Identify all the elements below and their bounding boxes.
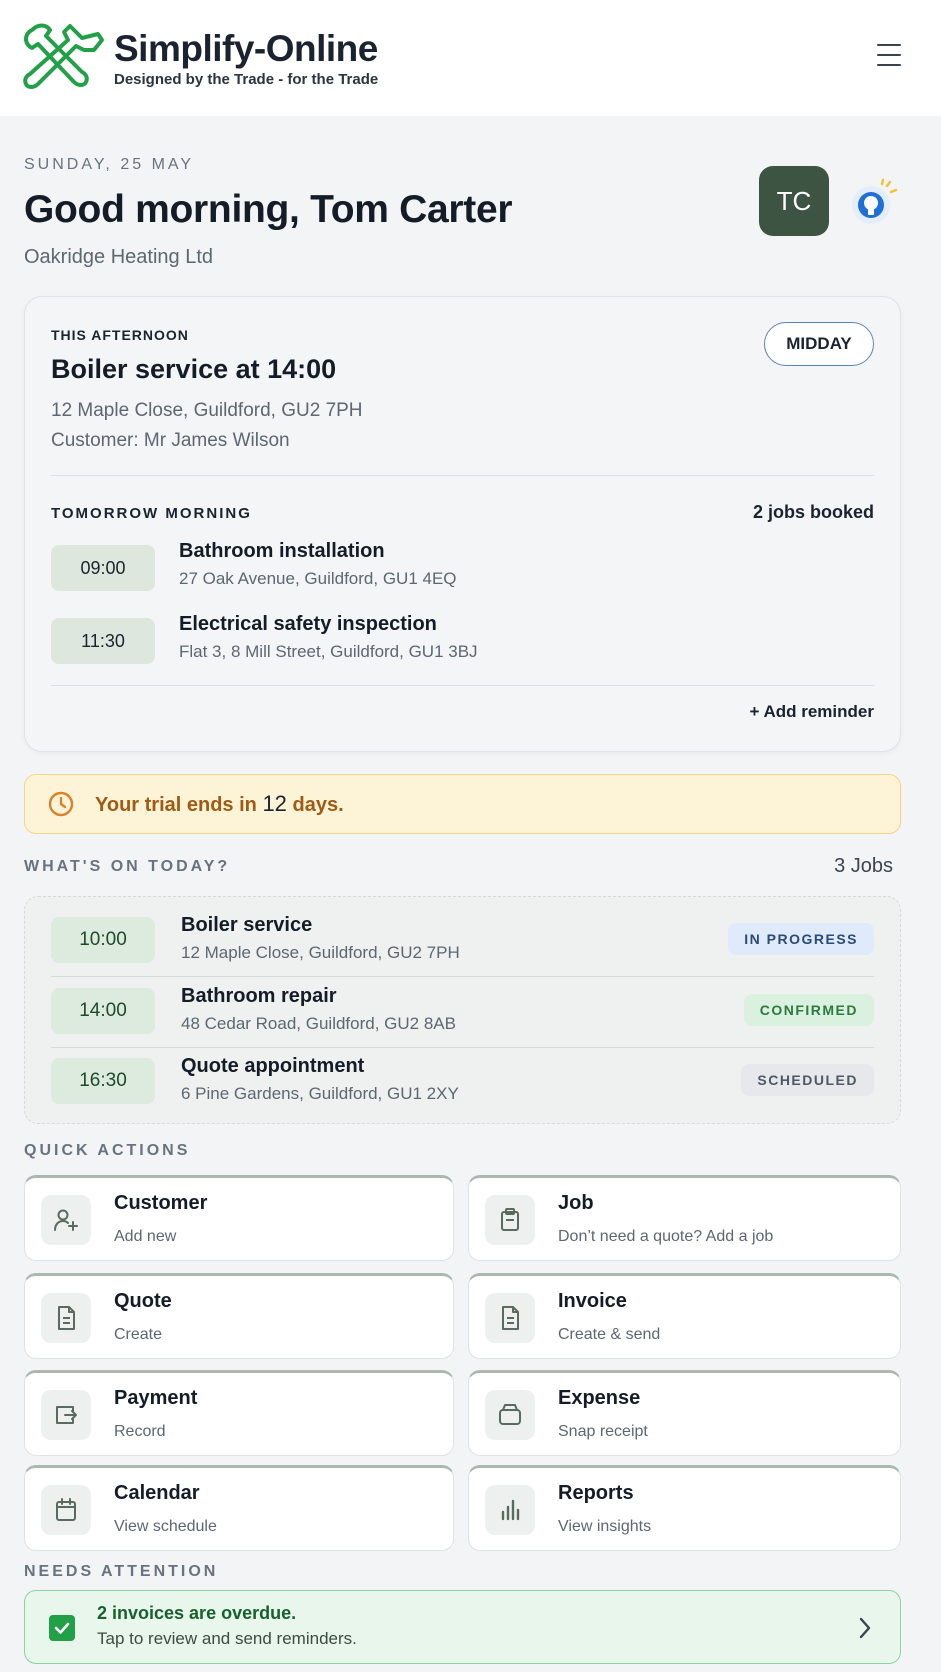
today-job-row[interactable]: 10:00 Boiler service 12 Maple Close, Gui… xyxy=(51,914,874,985)
payment-icon xyxy=(41,1390,91,1440)
trial-suffix: days. xyxy=(292,794,344,816)
bar-chart-icon xyxy=(485,1485,535,1535)
quick-action-payment[interactable]: Payment Record xyxy=(24,1370,454,1456)
today-jobs-card: 10:00 Boiler service 12 Maple Close, Gui… xyxy=(24,896,901,1124)
next-job-title[interactable]: Boiler service at 14:00 xyxy=(51,354,336,385)
quick-action-subtitle: View insights xyxy=(558,1518,652,1535)
calendar-icon xyxy=(41,1485,91,1535)
checkbox-icon xyxy=(49,1615,75,1641)
quick-action-title: Expense xyxy=(558,1387,641,1409)
today-job-row[interactable]: 16:30 Quote appointment 6 Pine Gardens, … xyxy=(51,1055,874,1126)
quick-action-title: Quote xyxy=(114,1290,172,1312)
job-time: 16:30 xyxy=(51,1058,155,1104)
divider xyxy=(51,976,874,977)
job-time: 10:00 xyxy=(51,917,155,963)
quick-action-title: Payment xyxy=(114,1387,198,1409)
quick-action-calendar[interactable]: Calendar View schedule xyxy=(24,1465,454,1551)
tomorrow-job-row[interactable]: 09:00 Bathroom installation 27 Oak Avenu… xyxy=(51,540,874,593)
quick-action-subtitle: Record xyxy=(114,1423,166,1440)
quick-action-title: Invoice xyxy=(558,1290,627,1312)
trial-banner[interactable]: Your trial ends in 12 days. xyxy=(24,774,901,834)
job-time: 09:00 xyxy=(51,545,155,591)
hamburger-menu-icon[interactable] xyxy=(877,44,901,66)
quick-action-title: Calendar xyxy=(114,1482,200,1504)
today-job-count: 3 Jobs xyxy=(834,855,893,877)
period-badge: MIDDAY xyxy=(764,322,874,366)
quick-action-invoice[interactable]: Invoice Create & send xyxy=(468,1273,901,1359)
job-title: Boiler service xyxy=(181,914,313,936)
quick-action-subtitle: Create xyxy=(114,1326,163,1343)
attention-title: 2 invoices are overdue. xyxy=(97,1603,297,1623)
clipboard-icon xyxy=(485,1195,535,1245)
add-reminder-button[interactable]: + Add reminder xyxy=(749,702,874,722)
job-title: Bathroom installation xyxy=(179,540,385,562)
quick-action-title: Job xyxy=(558,1192,594,1214)
top-bar: Simplify-Online Designed by the Trade - … xyxy=(0,0,941,116)
lightbulb-tip-icon[interactable] xyxy=(849,178,899,228)
quick-action-subtitle: Add new xyxy=(114,1228,177,1245)
chevron-right-icon[interactable] xyxy=(856,1615,874,1641)
overdue-invoices-alert[interactable]: 2 invoices are overdue. Tap to review an… xyxy=(24,1590,901,1664)
quick-action-title: Customer xyxy=(114,1192,208,1214)
quick-action-subtitle: View schedule xyxy=(114,1518,217,1535)
document-icon xyxy=(485,1293,535,1343)
avatar[interactable]: TC xyxy=(759,166,829,236)
quick-action-customer[interactable]: Customer Add new xyxy=(24,1175,454,1261)
today-job-row[interactable]: 14:00 Bathroom repair 48 Cedar Road, Gui… xyxy=(51,985,874,1056)
wallet-icon xyxy=(485,1390,535,1440)
job-address: 12 Maple Close, Guildford, GU2 7PH xyxy=(181,943,460,962)
status-badge: SCHEDULED xyxy=(741,1064,874,1096)
quick-action-expense[interactable]: Expense Snap receipt xyxy=(468,1370,901,1456)
status-badge: CONFIRMED xyxy=(743,994,874,1026)
quick-actions-label: QUICK ACTIONS xyxy=(24,1142,191,1159)
quick-action-subtitle: Create & send xyxy=(558,1326,661,1343)
quick-action-subtitle: Snap receipt xyxy=(558,1423,648,1440)
next-job-label: THIS AFTERNOON xyxy=(51,327,189,343)
job-time: 11:30 xyxy=(51,618,155,664)
status-badge: IN PROGRESS xyxy=(728,923,874,955)
add-user-icon xyxy=(41,1195,91,1245)
quick-action-reports[interactable]: Reports View insights xyxy=(468,1465,901,1551)
trial-prefix: Your trial ends in xyxy=(95,794,257,816)
divider xyxy=(51,1047,874,1048)
quick-action-subtitle: Don’t need a quote? Add a job xyxy=(558,1228,774,1245)
attention-subtitle: Tap to review and send reminders. xyxy=(97,1629,357,1648)
quick-action-quote[interactable]: Quote Create xyxy=(24,1273,454,1359)
job-address: 48 Cedar Road, Guildford, GU2 8AB xyxy=(181,1014,456,1033)
job-time: 14:00 xyxy=(51,988,155,1034)
trial-text: Your trial ends in 12 days. xyxy=(95,791,344,817)
tomorrow-job-row[interactable]: 11:30 Electrical safety inspection Flat … xyxy=(51,613,874,666)
tomorrow-label: TOMORROW MORNING xyxy=(51,505,252,522)
job-title: Bathroom repair xyxy=(181,985,337,1007)
tools-logo-icon xyxy=(23,23,104,89)
today-section-label: WHAT'S ON TODAY? xyxy=(24,858,231,875)
next-job-address: 12 Maple Close, Guildford, GU2 7PH xyxy=(51,400,363,421)
job-address: 6 Pine Gardens, Guildford, GU1 2XY xyxy=(181,1084,459,1103)
divider xyxy=(51,475,874,476)
job-title: Electrical safety inspection xyxy=(179,613,437,635)
next-job-customer: Customer: Mr James Wilson xyxy=(51,430,290,451)
divider xyxy=(51,685,874,686)
job-address: Flat 3, 8 Mill Street, Guildford, GU1 3B… xyxy=(179,642,478,661)
brand-tagline: Designed by the Trade - for the Trade xyxy=(114,70,379,88)
tomorrow-count: 2 jobs booked xyxy=(752,502,874,522)
upcoming-jobs-card: THIS AFTERNOON Boiler service at 14:00 1… xyxy=(24,296,901,752)
job-title: Quote appointment xyxy=(181,1055,365,1077)
quick-action-job[interactable]: Job Don’t need a quote? Add a job xyxy=(468,1175,901,1261)
brand-name: Simplify-Online xyxy=(114,27,378,69)
quick-action-title: Reports xyxy=(558,1482,634,1504)
clock-icon xyxy=(48,791,74,817)
trial-days: 12 xyxy=(262,791,287,816)
brand: Simplify-Online Designed by the Trade - … xyxy=(114,27,379,88)
job-address: 27 Oak Avenue, Guildford, GU1 4EQ xyxy=(179,569,457,588)
needs-attention-label: NEEDS ATTENTION xyxy=(24,1563,219,1580)
company-name: Oakridge Heating Ltd xyxy=(24,246,214,268)
document-icon xyxy=(41,1293,91,1343)
